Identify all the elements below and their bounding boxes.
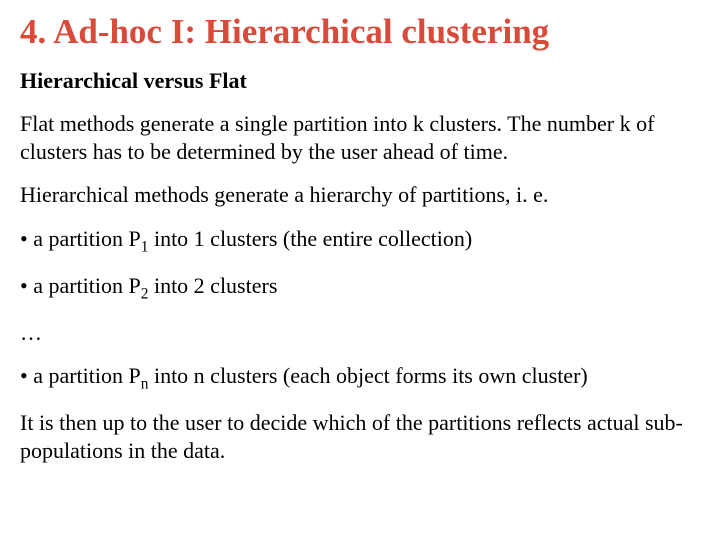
bullet-pn-post: into n clusters (each object forms its o… — [148, 363, 587, 388]
paragraph-conclusion: It is then up to the user to decide whic… — [20, 409, 700, 464]
paragraph-hierarchical-intro: Hierarchical methods generate a hierarch… — [20, 181, 700, 209]
bullet-pn-pre: • a partition P — [20, 363, 141, 388]
slide-subtitle: Hierarchical versus Flat — [20, 68, 700, 94]
bullet-p1: • a partition P1 into 1 clusters (the en… — [20, 225, 700, 257]
ellipsis: … — [20, 320, 700, 346]
bullet-pn: • a partition Pn into n clusters (each o… — [20, 362, 700, 394]
bullet-p2: • a partition P2 into 2 clusters — [20, 272, 700, 304]
bullet-p1-pre: • a partition P — [20, 226, 141, 251]
bullet-p2-pre: • a partition P — [20, 273, 141, 298]
paragraph-flat-methods: Flat methods generate a single partition… — [20, 110, 700, 165]
bullet-p2-post: into 2 clusters — [148, 273, 277, 298]
bullet-p1-post: into 1 clusters (the entire collection) — [148, 226, 472, 251]
slide-title: 4. Ad-hoc I: Hierarchical clustering — [20, 12, 700, 52]
